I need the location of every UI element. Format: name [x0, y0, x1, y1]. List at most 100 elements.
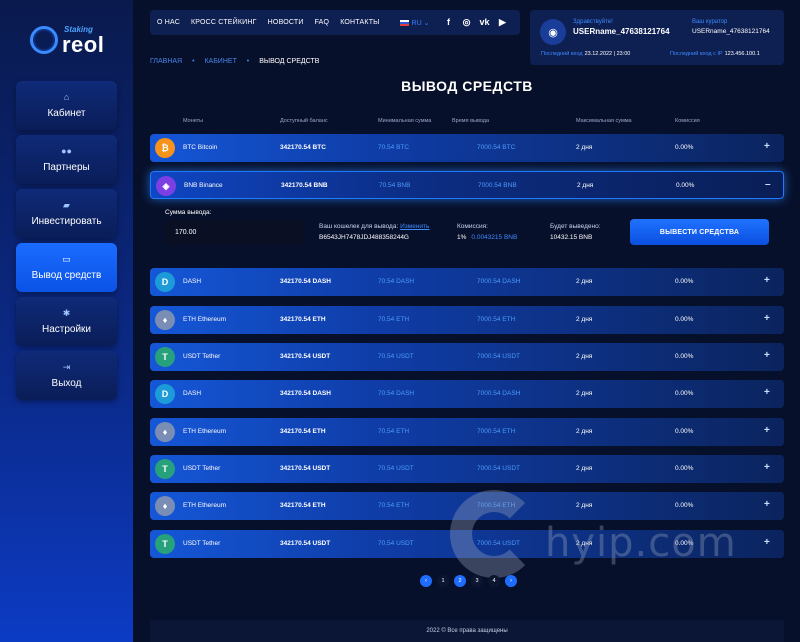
- instagram-icon[interactable]: ◎: [462, 17, 472, 28]
- next-page-button[interactable]: ›: [505, 575, 517, 587]
- nav-link-news[interactable]: НОВОСТИ: [268, 19, 304, 26]
- coin-name: BNB Binance: [184, 182, 223, 189]
- expand-toggle-icon[interactable]: +: [764, 275, 770, 286]
- breadcrumb-cabinet[interactable]: КАБИНЕТ: [204, 58, 236, 65]
- sidebar-item-1[interactable]: ●● Партнеры: [16, 135, 117, 184]
- expand-toggle-icon[interactable]: –: [765, 179, 771, 190]
- expand-toggle-icon[interactable]: +: [764, 350, 770, 361]
- commission: 0.00%: [675, 278, 694, 285]
- available-balance: 342170.54 USDT: [280, 540, 331, 547]
- expand-toggle-icon[interactable]: +: [764, 141, 770, 152]
- table-row[interactable]: ₿ BTC Bitcoin 342170.54 BTC 70.54 BTC 7000.5…: [150, 134, 784, 162]
- flag-icon: [399, 19, 409, 26]
- sidebar-item-5[interactable]: ⇥ Выход: [16, 351, 117, 400]
- expand-toggle-icon[interactable]: +: [764, 425, 770, 436]
- home-icon: ⌂: [63, 92, 70, 102]
- commission: 0.00%: [675, 390, 694, 397]
- column-header-max: Максимальная сумма: [576, 118, 632, 124]
- coin-icon: ₿: [155, 138, 175, 158]
- sidebar-item-4[interactable]: ✱ Настройки: [16, 297, 117, 346]
- table-row[interactable]: T USDT Tether 342170.54 USDT 70.54 USDT 7000…: [150, 343, 784, 371]
- vk-icon[interactable]: vk: [480, 17, 490, 28]
- sidebar-nav: ⌂ Кабинет ●● Партнеры ▰ Инвестировать ▭ Вывод с…: [16, 81, 117, 405]
- curator-label: Ваш куратор: [692, 19, 728, 25]
- expand-toggle-icon[interactable]: +: [764, 313, 770, 324]
- table-row[interactable]: T USDT Tether 342170.54 USDT 70.54 USDT 7000…: [150, 455, 784, 483]
- sidebar-item-label: Выход: [51, 378, 82, 389]
- column-header-coins: Монеты: [183, 118, 204, 124]
- table-row[interactable]: ♦ ETH Ethereum 342170.54 ETH 70.54 ETH 7000.…: [150, 418, 784, 446]
- pagination: ‹ 1 2 3 4 ›: [420, 575, 517, 587]
- username: USERname_47638121764: [573, 27, 670, 36]
- withdraw-button[interactable]: ВЫВЕСТИ СРЕДСТВА: [630, 219, 769, 245]
- watermark-text: hyip.com: [545, 520, 737, 566]
- language-value: RU ⌄: [411, 19, 430, 27]
- sidebar-item-0[interactable]: ⌂ Кабинет: [16, 81, 117, 130]
- available-balance: 342170.54 ETH: [280, 316, 326, 323]
- wallet-label: Ваш кошелек для вывода: Изменить: [319, 223, 430, 230]
- page-button[interactable]: 1: [437, 575, 449, 587]
- amount-input[interactable]: 170.00: [165, 220, 303, 245]
- breadcrumb-home[interactable]: ГЛАВНАЯ: [150, 58, 182, 65]
- user-panel: ◉ Здравствуйте! USERname_47638121764 Ваш…: [530, 10, 784, 65]
- table-row[interactable]: ♦ ETH Ethereum 342170.54 ETH 70.54 ETH 7000.…: [150, 306, 784, 334]
- available-balance: 342170.54 USDT: [280, 465, 331, 472]
- user-avatar-icon[interactable]: ◉: [540, 19, 566, 45]
- expand-toggle-icon[interactable]: +: [764, 462, 770, 473]
- table-row[interactable]: ◈ BNB Binance 342170.54 BNB 70.54 BNB 7000.5…: [150, 171, 784, 199]
- nav-link-cross-staking[interactable]: КРОСС СТЕЙКИНГ: [191, 19, 257, 26]
- users-icon: ●●: [61, 146, 72, 156]
- min-amount: 70.54 ETH: [378, 502, 410, 509]
- page-button-current[interactable]: 2: [454, 575, 466, 587]
- nav-link-faq[interactable]: FAQ: [315, 19, 330, 26]
- table-row[interactable]: D DASH 342170.54 DASH 70.54 DASH 7000.54 DAS…: [150, 268, 784, 296]
- wallet-icon: ▭: [62, 254, 71, 264]
- max-amount: 2 дня: [576, 353, 593, 360]
- min-amount: 70.54 BNB: [379, 182, 411, 189]
- breadcrumb-separator: •: [246, 58, 250, 65]
- fee-value: 1% 0.0043215 BNB: [457, 234, 518, 241]
- coin-name: DASH: [183, 278, 202, 285]
- commission: 0.00%: [675, 353, 694, 360]
- min-amount: 70.54 USDT: [378, 540, 414, 547]
- sidebar-item-3[interactable]: ▭ Вывод средств: [16, 243, 117, 292]
- sidebar: Staking reol ⌂ Кабинет ●● Партнеры ▰ Инвестир…: [0, 0, 133, 642]
- brand-logo[interactable]: Staking reol: [28, 22, 108, 58]
- expand-toggle-icon[interactable]: +: [764, 387, 770, 398]
- language-select[interactable]: RU ⌄: [399, 19, 430, 27]
- nav-link-contacts[interactable]: КОНТАКТЫ: [340, 19, 379, 26]
- sidebar-item-label: Настройки: [41, 324, 92, 335]
- facebook-icon[interactable]: f: [444, 17, 454, 28]
- sidebar-item-label: Кабинет: [47, 108, 86, 119]
- sidebar-item-label: Вывод средств: [31, 270, 102, 281]
- curator-name: USERname_47638121764: [692, 28, 770, 35]
- result-label: Будет выведено:: [550, 223, 601, 230]
- last-login: Последний вход 23.12.2022 | 23:00: [541, 51, 631, 57]
- max-amount: 2 дня: [577, 182, 594, 189]
- youtube-icon[interactable]: ▶: [498, 17, 508, 28]
- coin-name: ETH Ethereum: [183, 502, 226, 509]
- available-balance: 342170.54 DASH: [280, 278, 331, 285]
- nav-link-about[interactable]: О НАС: [157, 19, 180, 26]
- withdraw-time: 7000.54 BTC: [477, 144, 516, 151]
- commission: 0.00%: [675, 465, 694, 472]
- coin-name: USDT Tether: [183, 540, 221, 547]
- page-button[interactable]: 4: [488, 575, 500, 587]
- page-button[interactable]: 3: [471, 575, 483, 587]
- coin-icon: ♦: [155, 310, 175, 330]
- available-balance: 342170.54 DASH: [280, 390, 331, 397]
- available-balance: 342170.54 BTC: [280, 144, 326, 151]
- coin-name: ETH Ethereum: [183, 428, 226, 435]
- coin-name: BTC Bitcoin: [183, 144, 218, 151]
- column-header-min: Минимальная сумма: [378, 118, 432, 124]
- sidebar-item-2[interactable]: ▰ Инвестировать: [16, 189, 117, 238]
- table-row[interactable]: D DASH 342170.54 DASH 70.54 DASH 7000.54 DAS…: [150, 380, 784, 408]
- max-amount: 2 дня: [576, 428, 593, 435]
- wallet-change-link[interactable]: Изменить: [400, 223, 429, 230]
- withdraw-time: 7000.54 DASH: [477, 390, 521, 397]
- column-header-fee: Комиссия: [675, 118, 700, 124]
- withdraw-time: 7000.54 USDT: [477, 353, 520, 360]
- fee-label: Комиссия:: [457, 223, 488, 230]
- prev-page-button[interactable]: ‹: [420, 575, 432, 587]
- min-amount: 70.54 ETH: [378, 316, 410, 323]
